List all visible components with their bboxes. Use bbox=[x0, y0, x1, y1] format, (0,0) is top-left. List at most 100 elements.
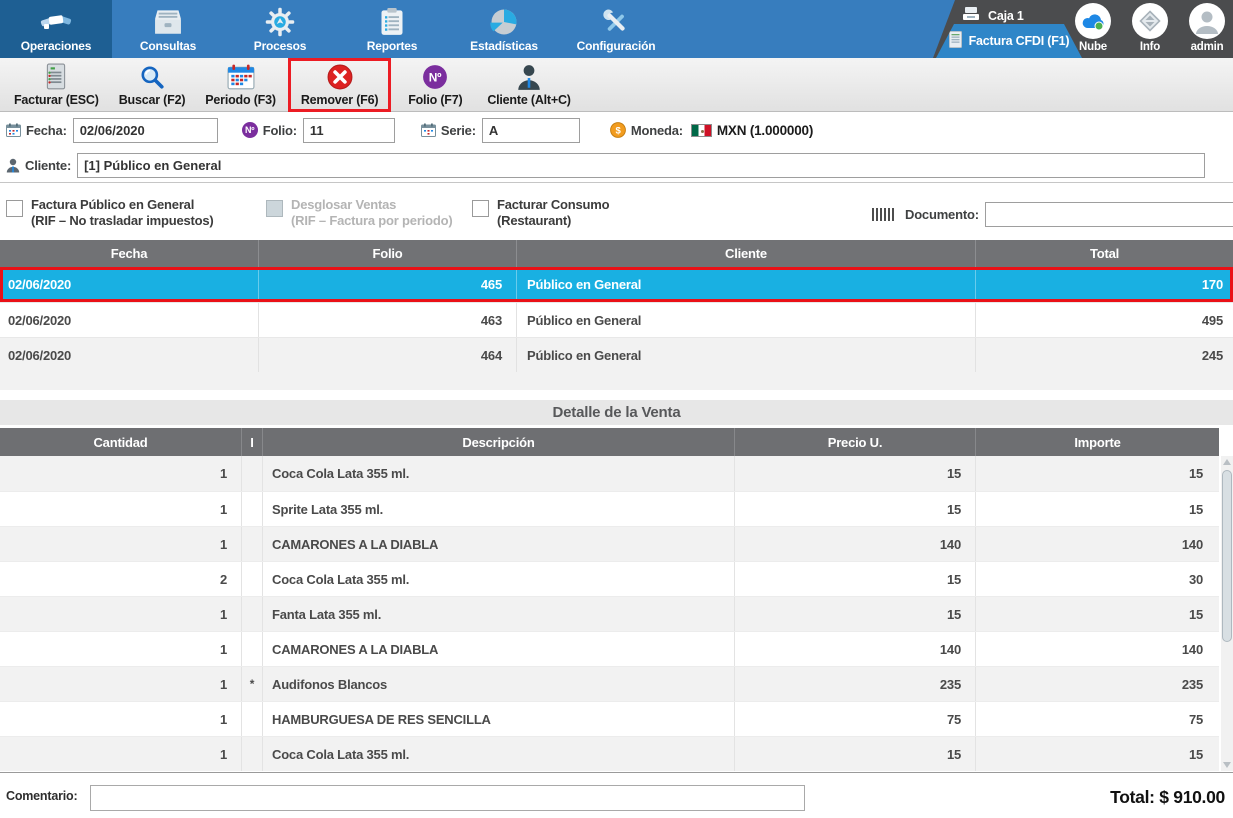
folio-number-icon: Nº bbox=[242, 122, 258, 138]
mexican-flag-icon bbox=[691, 124, 712, 137]
nav-item-operaciones[interactable]: Operaciones bbox=[0, 0, 112, 58]
folio-input[interactable] bbox=[303, 118, 395, 143]
cliente-input[interactable] bbox=[77, 153, 1205, 178]
cell-precio: 75 bbox=[734, 702, 975, 736]
checkbox-box[interactable] bbox=[472, 200, 489, 217]
nav-item-reportes[interactable]: Reportes bbox=[336, 0, 448, 58]
cell-importe: 15 bbox=[975, 492, 1219, 526]
folio-button[interactable]: Nº Folio (F7) bbox=[393, 61, 477, 109]
periodo-button[interactable]: Periodo (F3) bbox=[195, 61, 286, 109]
tab-factura-label: Factura CFDI (F1) bbox=[969, 34, 1070, 48]
documento-input[interactable] bbox=[985, 202, 1233, 227]
column-header-importe: Importe bbox=[975, 428, 1219, 456]
cell-indicator bbox=[241, 632, 262, 666]
cell-cantidad: 1 bbox=[0, 632, 241, 666]
folio-label: Folio: bbox=[263, 123, 297, 138]
cell-cliente: Público en General bbox=[516, 267, 975, 302]
detail-scrollbar-track[interactable] bbox=[1221, 456, 1233, 771]
invoice-row-selected[interactable]: 02/06/2020 465 Público en General 170 bbox=[0, 267, 1233, 302]
detail-row[interactable]: 1 Sprite Lata 355 ml. 15 15 bbox=[0, 491, 1219, 526]
cell-cantidad: 1 bbox=[0, 667, 241, 701]
facturar-button[interactable]: Facturar (ESC) bbox=[4, 61, 109, 109]
checkbox-label-line1: Desglosar Ventas bbox=[291, 197, 452, 213]
scrollbar-down-arrow[interactable] bbox=[1221, 759, 1233, 771]
scrollbar-thumb[interactable] bbox=[1222, 470, 1232, 642]
cell-importe: 30 bbox=[975, 562, 1219, 596]
cell-indicator bbox=[241, 562, 262, 596]
nav-item-estadisticas[interactable]: Estadísticas bbox=[448, 0, 560, 58]
cell-cantidad: 1 bbox=[0, 492, 241, 526]
remover-button[interactable]: Remover (F6) bbox=[291, 61, 388, 109]
calendar-icon bbox=[227, 63, 255, 91]
invoice-row[interactable]: 02/06/2020 464 Público en General 245 bbox=[0, 337, 1233, 372]
fecha-input[interactable] bbox=[73, 118, 218, 143]
detail-row[interactable]: 1 CAMARONES A LA DIABLA 140 140 bbox=[0, 526, 1219, 561]
buscar-label: Buscar (F2) bbox=[119, 93, 186, 107]
cell-cliente: Público en General bbox=[516, 303, 975, 337]
handshake-icon bbox=[39, 6, 73, 38]
cell-cantidad: 1 bbox=[0, 597, 241, 631]
cell-total: 170 bbox=[975, 267, 1233, 302]
periodo-label: Periodo (F3) bbox=[205, 93, 276, 107]
clipboard-icon bbox=[380, 6, 404, 38]
invoice-printer-icon bbox=[44, 63, 68, 91]
nav-item-procesos[interactable]: Procesos bbox=[224, 0, 336, 58]
detail-row[interactable]: 1 * Audifonos Blancos 235 235 bbox=[0, 666, 1219, 701]
serie-input[interactable] bbox=[482, 118, 580, 143]
detail-row[interactable]: 1 Fanta Lata 355 ml. 15 15 bbox=[0, 596, 1219, 631]
pos-invoicing-window: Operaciones Consultas bbox=[0, 0, 1233, 818]
cell-fecha: 02/06/2020 bbox=[0, 267, 258, 302]
documento-field-group: Documento: bbox=[872, 202, 1233, 227]
documento-label: Documento: bbox=[905, 207, 979, 222]
gear-icon bbox=[265, 6, 295, 38]
comentario-input[interactable] bbox=[90, 785, 805, 811]
cliente-row: Cliente: bbox=[0, 148, 1233, 183]
footer-bar: Comentario: Total: $ 910.00 bbox=[0, 772, 1233, 818]
cell-descripcion: Coca Cola Lata 355 ml. bbox=[262, 456, 734, 491]
cell-precio: 15 bbox=[734, 456, 975, 491]
cell-cantidad: 1 bbox=[0, 702, 241, 736]
small-calendar-icon bbox=[421, 123, 436, 137]
cliente-label: Cliente (Alt+C) bbox=[487, 93, 570, 107]
person-icon bbox=[517, 63, 541, 91]
checkbox-box[interactable] bbox=[6, 200, 23, 217]
detail-row[interactable]: 1 Coca Cola Lata 355 ml. 15 15 bbox=[0, 736, 1219, 771]
top-navigation-bar: Operaciones Consultas bbox=[0, 0, 1233, 58]
cell-fecha: 02/06/2020 bbox=[0, 303, 258, 337]
cell-folio: 465 bbox=[258, 267, 516, 302]
cell-folio: 463 bbox=[258, 303, 516, 337]
cell-fecha: 02/06/2020 bbox=[0, 338, 258, 372]
cell-importe: 140 bbox=[975, 632, 1219, 666]
checkbox-facturar-consumo[interactable]: Facturar Consumo (Restaurant) bbox=[472, 197, 609, 229]
checkbox-factura-publico-general[interactable]: Factura Público en General (RIF – No tra… bbox=[6, 197, 214, 229]
invoice-options: Factura Público en General (RIF – No tra… bbox=[0, 184, 1233, 240]
cell-indicator bbox=[241, 456, 262, 491]
comentario-label: Comentario: bbox=[6, 789, 77, 803]
nav-item-consultas[interactable]: Consultas bbox=[112, 0, 224, 58]
column-header-i: I bbox=[241, 428, 262, 456]
cell-precio: 15 bbox=[734, 737, 975, 771]
admin-button[interactable]: admin bbox=[1170, 3, 1233, 53]
detail-row[interactable]: 2 Coca Cola Lata 355 ml. 15 30 bbox=[0, 561, 1219, 596]
nav-item-label: Configuración bbox=[577, 39, 656, 53]
svg-text:Nº: Nº bbox=[429, 70, 442, 84]
detail-row[interactable]: 1 Coca Cola Lata 355 ml. 15 15 bbox=[0, 456, 1219, 491]
checkbox-desglosar-ventas: Desglosar Ventas (RIF – Factura por peri… bbox=[266, 197, 452, 229]
cliente-button[interactable]: Cliente (Alt+C) bbox=[477, 61, 580, 109]
nav-item-configuracion[interactable]: Configuración bbox=[560, 0, 672, 58]
buscar-button[interactable]: Buscar (F2) bbox=[109, 61, 196, 109]
invoice-table-header: Fecha Folio Cliente Total bbox=[0, 240, 1233, 267]
nav-item-label: Reportes bbox=[367, 39, 417, 53]
pie-chart-icon bbox=[489, 6, 519, 38]
detail-row[interactable]: 1 CAMARONES A LA DIABLA 140 140 bbox=[0, 631, 1219, 666]
remove-x-icon bbox=[327, 63, 353, 91]
cell-descripcion: Coca Cola Lata 355 ml. bbox=[262, 562, 734, 596]
cell-indicator bbox=[241, 492, 262, 526]
scrollbar-up-arrow[interactable] bbox=[1221, 456, 1233, 468]
tools-icon bbox=[601, 6, 631, 38]
invoice-row[interactable]: 02/06/2020 463 Público en General 495 bbox=[0, 302, 1233, 337]
cell-cliente: Público en General bbox=[516, 338, 975, 372]
cell-cantidad: 1 bbox=[0, 456, 241, 491]
detail-row[interactable]: 1 HAMBURGUESA DE RES SENCILLA 75 75 bbox=[0, 701, 1219, 736]
cell-folio: 464 bbox=[258, 338, 516, 372]
